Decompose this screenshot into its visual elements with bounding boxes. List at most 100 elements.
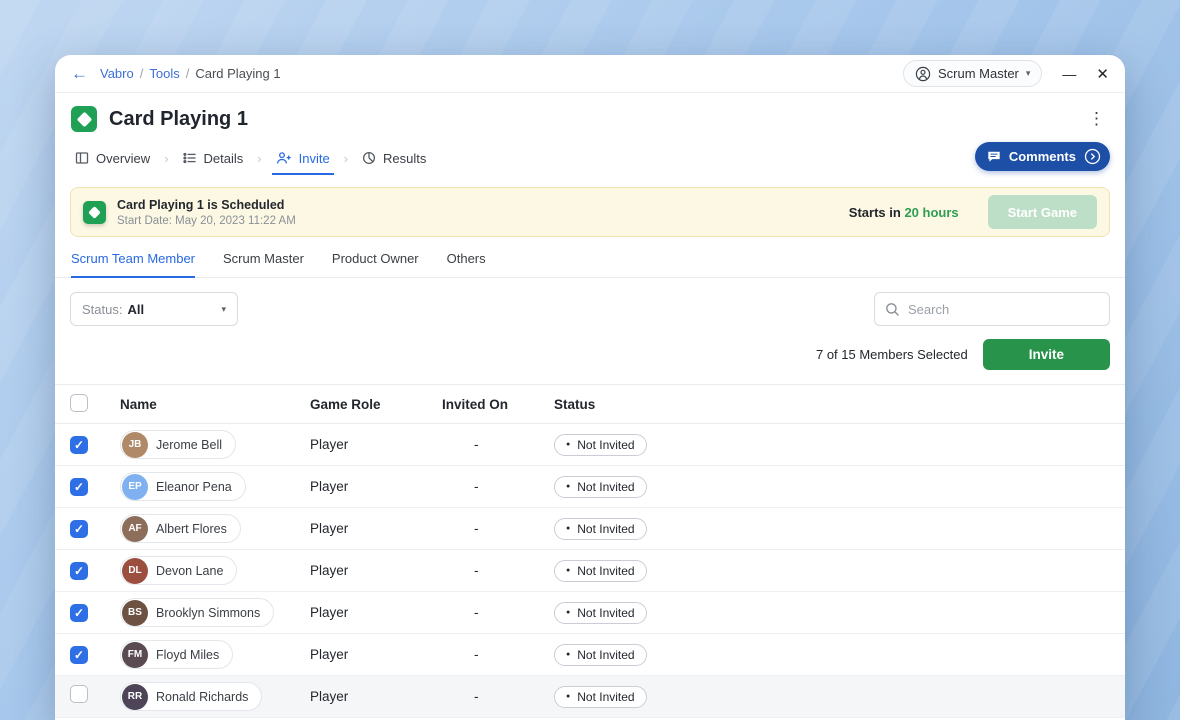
- status-dot-icon: ●: [566, 567, 570, 574]
- starts-in-value: 20 hours: [904, 205, 958, 220]
- scheduled-banner: Card Playing 1 is Scheduled Start Date: …: [70, 187, 1110, 237]
- chevron-separator-icon: ›: [164, 151, 168, 166]
- kebab-menu-icon[interactable]: ⋮: [1084, 109, 1109, 129]
- status-dot-icon: ●: [566, 441, 570, 448]
- table-row[interactable]: EP Eleanor Pena Player - ● Not Invited: [55, 466, 1125, 508]
- window-header: ← Vabro / Tools / Card Playing 1 Scrum M…: [55, 55, 1125, 93]
- tab-details[interactable]: Details: [179, 141, 248, 175]
- tab-overview[interactable]: Overview: [71, 141, 154, 175]
- details-icon: [183, 151, 197, 165]
- member-name: Ronald Richards: [156, 690, 248, 704]
- game-role-cell: Player: [310, 437, 442, 452]
- status-label: Not Invited: [577, 480, 634, 494]
- row-checkbox[interactable]: [70, 562, 88, 580]
- banner-logo-icon: [83, 201, 106, 224]
- banner-texts: Card Playing 1 is Scheduled Start Date: …: [117, 198, 838, 227]
- nav-tabs: Overview › Details › Invite › Results: [55, 141, 1125, 175]
- circle-chevron-icon: [1084, 148, 1101, 165]
- starts-in-text: Starts in 20 hours: [849, 205, 959, 220]
- table-row[interactable]: FM Floyd Miles Player - ● Not Invited: [55, 634, 1125, 676]
- row-checkbox[interactable]: [70, 436, 88, 454]
- user-icon: [915, 66, 931, 82]
- status-pill: ● Not Invited: [554, 644, 647, 666]
- status-pill: ● Not Invited: [554, 518, 647, 540]
- status-dot-icon: ●: [566, 483, 570, 490]
- row-checkbox[interactable]: [70, 685, 88, 703]
- member-chip: JB Jerome Bell: [120, 430, 236, 459]
- row-checkbox[interactable]: [70, 478, 88, 496]
- status-filter-select[interactable]: Status: All ▾: [70, 292, 238, 326]
- row-checkbox[interactable]: [70, 520, 88, 538]
- row-checkbox[interactable]: [70, 604, 88, 622]
- invited-on-cell: -: [442, 689, 554, 704]
- status-dot-icon: ●: [566, 525, 570, 532]
- results-icon: [362, 151, 376, 165]
- tab-scrum-team-member[interactable]: Scrum Team Member: [71, 251, 195, 277]
- tab-label: Invite: [299, 151, 330, 166]
- role-switcher[interactable]: Scrum Master ▾: [903, 60, 1042, 87]
- avatar: RR: [122, 684, 148, 710]
- status-pill: ● Not Invited: [554, 686, 647, 708]
- table-row[interactable]: RR Ronald Richards Player - ● Not Invite…: [55, 676, 1125, 718]
- select-all-checkbox[interactable]: [70, 394, 88, 412]
- member-chip: EP Eleanor Pena: [120, 472, 246, 501]
- game-role-cell: Player: [310, 647, 442, 662]
- status-dot-icon: ●: [566, 693, 570, 700]
- back-icon[interactable]: ←: [71, 64, 88, 84]
- member-chip: FM Floyd Miles: [120, 640, 233, 669]
- role-switcher-label: Scrum Master: [938, 66, 1019, 81]
- banner-title: Card Playing 1 is Scheduled: [117, 198, 838, 212]
- column-invited-on: Invited On: [442, 397, 554, 412]
- breadcrumb-vabro[interactable]: Vabro: [100, 66, 134, 81]
- game-role-cell: Player: [310, 479, 442, 494]
- tab-product-owner[interactable]: Product Owner: [332, 251, 419, 277]
- invited-on-cell: -: [442, 521, 554, 536]
- search-input[interactable]: [908, 302, 1099, 317]
- table-row[interactable]: BS Brooklyn Simmons Player - ● Not Invit…: [55, 592, 1125, 634]
- status-pill: ● Not Invited: [554, 560, 647, 582]
- close-button[interactable]: ✕: [1096, 65, 1109, 83]
- start-game-button[interactable]: Start Game: [988, 195, 1097, 229]
- breadcrumb-separator: /: [186, 66, 190, 81]
- member-chip: RR Ronald Richards: [120, 682, 262, 711]
- tab-label: Details: [204, 151, 244, 166]
- status-filter-label: Status:: [82, 302, 122, 317]
- tab-scrum-master[interactable]: Scrum Master: [223, 251, 304, 277]
- minimize-button[interactable]: —: [1062, 66, 1076, 82]
- chevron-down-icon: ▾: [1026, 68, 1031, 79]
- search-box: [874, 292, 1110, 326]
- filter-row: Status: All ▾: [55, 278, 1125, 326]
- member-chip: BS Brooklyn Simmons: [120, 598, 274, 627]
- status-dot-icon: ●: [566, 609, 570, 616]
- status-label: Not Invited: [577, 438, 634, 452]
- invite-button[interactable]: Invite: [983, 339, 1110, 370]
- avatar: AF: [122, 516, 148, 542]
- table-row[interactable]: JB Jerome Bell Player - ● Not Invited: [55, 424, 1125, 466]
- selection-row: 7 of 15 Members Selected Invite: [55, 326, 1125, 370]
- app-window: ← Vabro / Tools / Card Playing 1 Scrum M…: [55, 55, 1125, 720]
- member-name: Jerome Bell: [156, 438, 222, 452]
- role-tabs: Scrum Team Member Scrum Master Product O…: [55, 251, 1125, 278]
- invited-on-cell: -: [442, 479, 554, 494]
- table-row[interactable]: DL Devon Lane Player - ● Not Invited: [55, 550, 1125, 592]
- comment-icon: [987, 150, 1001, 163]
- row-checkbox[interactable]: [70, 646, 88, 664]
- breadcrumb-tools[interactable]: Tools: [149, 66, 179, 81]
- member-name: Albert Flores: [156, 522, 227, 536]
- status-filter-value: All: [127, 302, 144, 317]
- status-pill: ● Not Invited: [554, 602, 647, 624]
- table-body: JB Jerome Bell Player - ● Not Invited EP…: [55, 424, 1125, 718]
- comments-button[interactable]: Comments: [975, 142, 1110, 171]
- member-name: Floyd Miles: [156, 648, 219, 662]
- table-row[interactable]: AF Albert Flores Player - ● Not Invited: [55, 508, 1125, 550]
- chevron-separator-icon: ›: [344, 151, 348, 166]
- member-name: Eleanor Pena: [156, 480, 232, 494]
- member-chip: DL Devon Lane: [120, 556, 237, 585]
- breadcrumb-separator: /: [140, 66, 144, 81]
- tab-others[interactable]: Others: [447, 251, 486, 277]
- column-game-role: Game Role: [310, 397, 442, 412]
- tab-results[interactable]: Results: [358, 141, 430, 175]
- title-row: Card Playing 1 ⋮: [55, 93, 1125, 141]
- banner-subtitle: Start Date: May 20, 2023 11:22 AM: [117, 215, 838, 227]
- tab-invite[interactable]: Invite: [272, 141, 334, 175]
